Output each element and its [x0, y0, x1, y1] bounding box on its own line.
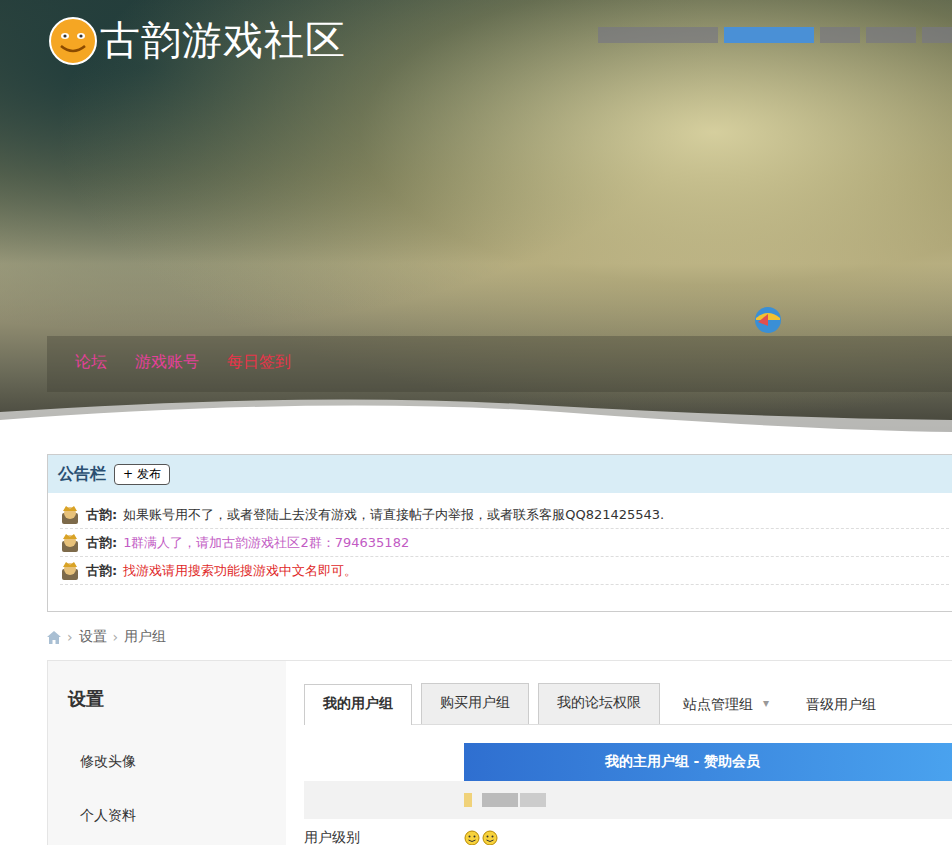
admin-avatar-icon — [60, 505, 80, 525]
group-menu[interactable]: 站点管理组 ▾ — [669, 686, 783, 724]
notice-item[interactable]: 古韵: 找游戏请用搜索功能搜游戏中文名即可。 — [60, 557, 949, 585]
nav-item[interactable]: 论坛 — [75, 352, 107, 376]
header-banner: 古韵游戏社区 论坛 游戏账号 每日签到 — [0, 0, 952, 440]
level-icon — [464, 830, 480, 845]
group-menu[interactable]: 晋级用户组 — [792, 686, 890, 724]
ball-icon — [754, 306, 782, 334]
dropdown-icon: ▾ — [763, 696, 769, 714]
group-table: 我的主用户组 - 赞助会员 用户级别 — [304, 743, 952, 845]
level-icon — [482, 830, 498, 845]
smiley-logo-icon — [48, 16, 98, 66]
admin-avatar-icon — [60, 561, 80, 581]
row-label: 用户级别 — [304, 819, 464, 845]
table-header: 我的主用户组 - 赞助会员 — [464, 743, 952, 781]
main-nav: 论坛 游戏账号 每日签到 — [47, 336, 952, 392]
home-icon[interactable] — [47, 631, 61, 644]
sidebar-title: 设置 — [68, 687, 286, 711]
notice-text: 找游戏请用搜索功能搜游戏中文名即可。 — [123, 562, 357, 580]
notice-item[interactable]: 古韵: 1群满人了，请加古韵游戏社区2群：794635182 — [60, 529, 949, 557]
tab[interactable]: 我的论坛权限 — [538, 683, 660, 724]
notice-title: 公告栏 — [58, 464, 106, 485]
tab[interactable]: 我的用户组 — [304, 684, 412, 725]
notice-item[interactable]: 古韵: 如果账号用不了，或者登陆上去没有游戏，请直接帖子内举报，或者联系客服QQ… — [60, 501, 949, 529]
nav-item[interactable]: 每日签到 — [227, 352, 291, 376]
breadcrumb: › 设置› 用户组 — [47, 612, 952, 660]
settings-sidebar: 设置 修改头像个人资料 — [48, 661, 286, 845]
settings-panel: 设置 修改头像个人资料 我的用户组购买用户组我的论坛权限 站点管理组 ▾晋级用户… — [47, 660, 952, 845]
table-row: 用户级别 — [304, 819, 952, 845]
breadcrumb-item[interactable]: 设置 — [79, 628, 107, 646]
header-wave — [0, 390, 952, 440]
notice-author: 古韵: — [86, 562, 117, 580]
tab-bar: 我的用户组购买用户组我的论坛权限 站点管理组 ▾晋级用户组 — [304, 683, 952, 725]
admin-avatar-icon — [60, 533, 80, 553]
table-row — [304, 781, 952, 819]
row-label — [304, 781, 464, 819]
blurred-user-info — [598, 13, 952, 68]
publish-button[interactable]: + 发布 — [114, 464, 170, 485]
notice-text: 如果账号用不了，或者登陆上去没有游戏，请直接帖子内举报，或者联系客服QQ8214… — [123, 506, 664, 524]
nav-item[interactable]: 游戏账号 — [135, 352, 199, 376]
notice-author: 古韵: — [86, 534, 117, 552]
notice-text: 1群满人了，请加古韵游戏社区2群：794635182 — [123, 534, 409, 552]
notice-author: 古韵: — [86, 506, 117, 524]
breadcrumb-item[interactable]: 用户组 — [124, 628, 166, 646]
sidebar-item[interactable]: 个人资料 — [68, 807, 286, 825]
tab[interactable]: 购买用户组 — [421, 683, 529, 724]
notice-board: 公告栏 + 发布 古韵: 如果账号用不了，或者登陆上去没有游戏，请直接帖子内举报… — [47, 454, 952, 612]
logo[interactable]: 古韵游戏社区 — [48, 13, 346, 68]
sidebar-item[interactable]: 修改头像 — [68, 753, 286, 771]
logo-text: 古韵游戏社区 — [100, 13, 346, 68]
page: 古韵游戏社区 论坛 游戏账号 每日签到 公告栏 + 发布 古韵: 如果账号用不了，或… — [0, 0, 952, 845]
